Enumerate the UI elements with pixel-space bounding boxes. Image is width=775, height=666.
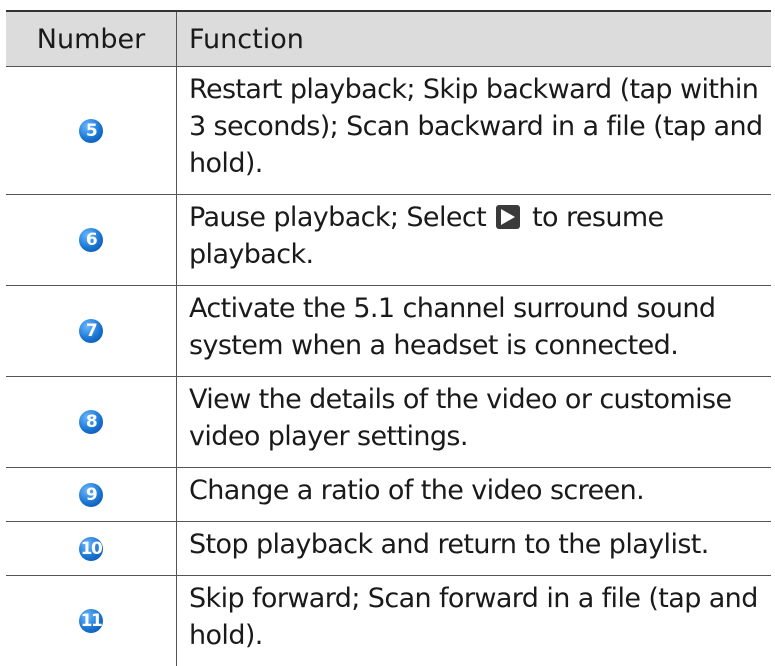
play-icon <box>496 205 521 229</box>
number-cell: 7 <box>6 286 177 376</box>
header-function: Function <box>189 23 304 55</box>
function-cell: Change a ratio of the video screen. <box>189 475 645 506</box>
function-cell: Activate the 5.1 channel surround sound … <box>189 293 716 361</box>
number-badge: 5 <box>79 118 103 143</box>
table-row: 7 Activate the 5.1 channel surround soun… <box>6 286 771 377</box>
number-cell: 10 <box>6 522 177 575</box>
number-badge: 10 <box>79 536 103 561</box>
number-cell: 6 <box>6 195 177 285</box>
number-cell: 11 <box>6 576 177 666</box>
function-text-before: Pause playback; Select <box>189 202 487 233</box>
number-badge: 9 <box>79 482 103 507</box>
header-number: Number <box>6 12 177 66</box>
number-cell: 9 <box>6 468 177 521</box>
number-cell: 5 <box>6 67 177 194</box>
table-row: 6 Pause playback; Select to resume playb… <box>6 195 771 286</box>
table-row: 5 Restart playback; Skip backward (tap w… <box>6 67 771 195</box>
function-cell: Pause playback; Select to resume playbac… <box>177 195 771 285</box>
number-badge: 7 <box>79 319 103 343</box>
number-badge: 11 <box>79 609 103 633</box>
number-cell: 8 <box>6 377 177 467</box>
function-cell: View the details of the video or customi… <box>189 384 732 452</box>
function-cell: Skip forward; Scan forward in a file (ta… <box>189 583 758 651</box>
function-cell: Stop playback and return to the playlist… <box>189 529 709 560</box>
function-table: Number Function 5 Restart playback; Skip… <box>6 10 771 666</box>
number-badge: 6 <box>79 228 103 252</box>
table-row: 10 Stop playback and return to the playl… <box>6 522 771 576</box>
table-row: 8 View the details of the video or custo… <box>6 377 771 468</box>
function-cell: Restart playback; Skip backward (tap wit… <box>189 74 763 179</box>
table-row: 11 Skip forward; Scan forward in a file … <box>6 576 771 666</box>
table-header: Number Function <box>6 12 771 67</box>
number-badge: 8 <box>79 410 103 434</box>
table-row: 9 Change a ratio of the video screen. <box>6 468 771 522</box>
